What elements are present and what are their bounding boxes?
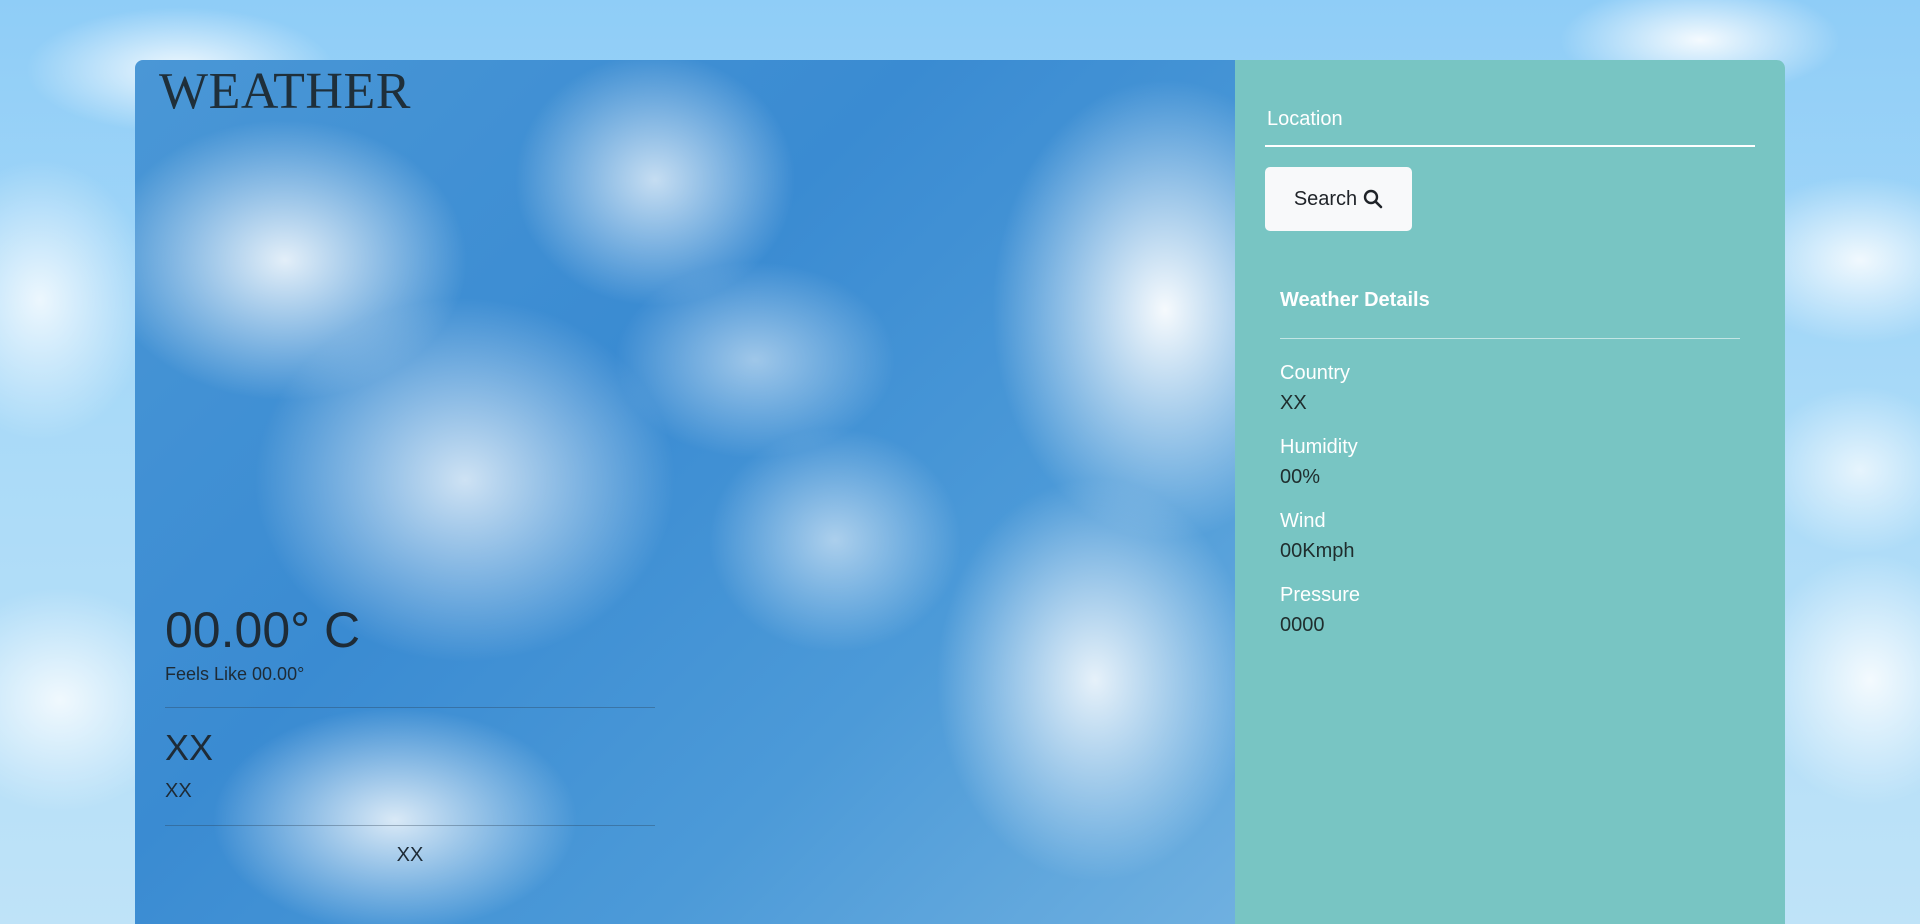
detail-wind: Wind 00Kmph bbox=[1280, 509, 1740, 563]
detail-label: Wind bbox=[1280, 510, 1326, 532]
detail-label: Humidity bbox=[1280, 436, 1358, 458]
location-input[interactable] bbox=[1265, 100, 1755, 147]
search-button[interactable]: Search bbox=[1265, 167, 1412, 231]
weather-description: XX bbox=[165, 779, 192, 802]
weather-page: { "app": { "title": "WEATHER" }, "curren… bbox=[0, 0, 1920, 924]
detail-country: Country XX bbox=[1280, 361, 1740, 415]
detail-value: 0000 bbox=[1280, 614, 1325, 636]
detail-value: 00Kmph bbox=[1280, 540, 1355, 562]
weather-details: Weather Details Country XX Humidity 00% … bbox=[1265, 289, 1755, 637]
detail-label: Country bbox=[1280, 362, 1351, 384]
current-weather-panel: WEATHER 00.00° C Feels Like 00.00° XX XX… bbox=[135, 60, 1235, 924]
details-sidebar: Search Weather Details Country XX Humidi… bbox=[1235, 60, 1785, 924]
detail-value: XX bbox=[1280, 392, 1307, 414]
detail-value: 00% bbox=[1280, 466, 1321, 488]
details-divider bbox=[1280, 338, 1740, 339]
readout-divider-2 bbox=[165, 824, 655, 826]
detail-label: Pressure bbox=[1280, 584, 1361, 606]
detail-humidity: Humidity 00% bbox=[1280, 435, 1740, 489]
search-button-label: Search bbox=[1293, 187, 1358, 210]
feels-like-text: Feels Like 00.00° bbox=[165, 664, 305, 684]
details-heading: Weather Details bbox=[1280, 289, 1430, 311]
weather-card: WEATHER 00.00° C Feels Like 00.00° XX XX… bbox=[135, 60, 1785, 924]
weather-readout: 00.00° C Feels Like 00.00° XX XX XX bbox=[165, 600, 655, 867]
temperature-value: 00.00° C bbox=[165, 602, 361, 658]
location-name: XX bbox=[165, 727, 214, 768]
detail-pressure: Pressure 0000 bbox=[1280, 583, 1740, 637]
app-title: WEATHER bbox=[159, 63, 411, 120]
readout-footer-value: XX bbox=[396, 843, 424, 866]
search-icon bbox=[1363, 189, 1383, 209]
readout-divider bbox=[165, 707, 655, 708]
